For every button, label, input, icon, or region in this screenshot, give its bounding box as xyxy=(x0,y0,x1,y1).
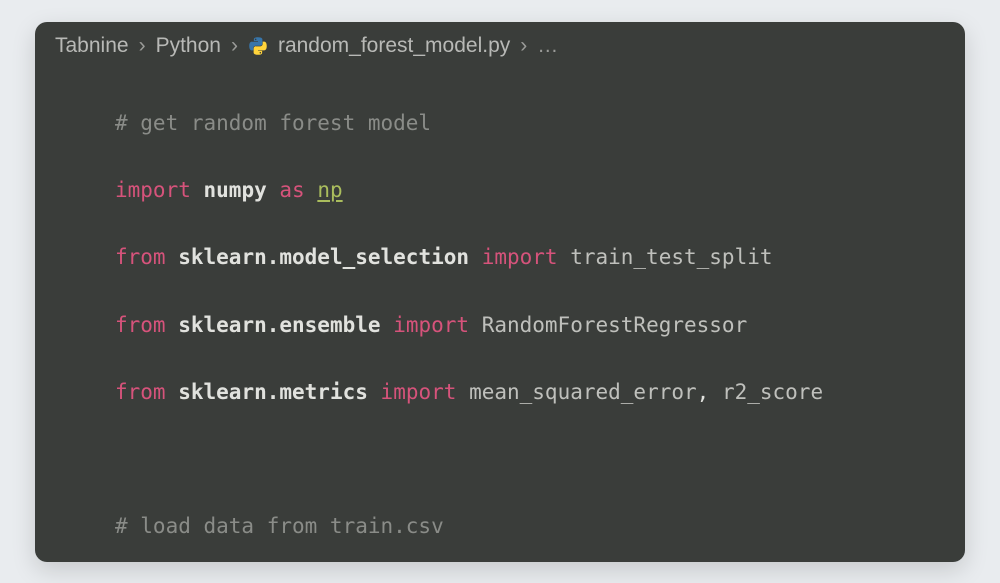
code-comment: # get random forest model xyxy=(115,111,431,135)
import-name: RandomForestRegressor xyxy=(482,313,748,337)
breadcrumb-item-python[interactable]: Python xyxy=(156,34,221,58)
breadcrumb-ellipsis[interactable]: … xyxy=(537,34,558,58)
separator: , xyxy=(697,380,722,404)
breadcrumb-item-filename[interactable]: random_forest_model.py xyxy=(278,34,510,58)
keyword-import: import xyxy=(482,245,558,269)
breadcrumb: Tabnine › Python › random_forest_model.p… xyxy=(35,22,965,66)
import-name: mean_squared_error xyxy=(469,380,697,404)
code-comment: # load data from train.csv xyxy=(115,514,444,538)
keyword-from: from xyxy=(115,245,166,269)
module-name: numpy xyxy=(204,178,267,202)
module-name: sklearn.ensemble xyxy=(178,313,380,337)
alias-np: np xyxy=(317,178,342,202)
code-editor[interactable]: # get random forest model import numpy a… xyxy=(35,66,965,562)
import-name: train_test_split xyxy=(570,245,772,269)
keyword-import: import xyxy=(381,380,457,404)
breadcrumb-separator: › xyxy=(231,34,238,58)
keyword-import: import xyxy=(115,178,191,202)
keyword-from: from xyxy=(115,313,166,337)
keyword-as: as xyxy=(279,178,304,202)
python-file-icon xyxy=(248,36,268,56)
breadcrumb-separator: › xyxy=(139,34,146,58)
keyword-import: import xyxy=(393,313,469,337)
module-name: sklearn.model_selection xyxy=(178,245,469,269)
keyword-from: from xyxy=(115,380,166,404)
breadcrumb-item-tabnine[interactable]: Tabnine xyxy=(55,34,129,58)
breadcrumb-separator: › xyxy=(520,34,527,58)
editor-window: Tabnine › Python › random_forest_model.p… xyxy=(35,22,965,562)
code-block: # get random forest model import numpy a… xyxy=(55,74,965,562)
import-name: r2_score xyxy=(722,380,823,404)
module-name: sklearn.metrics xyxy=(178,380,368,404)
